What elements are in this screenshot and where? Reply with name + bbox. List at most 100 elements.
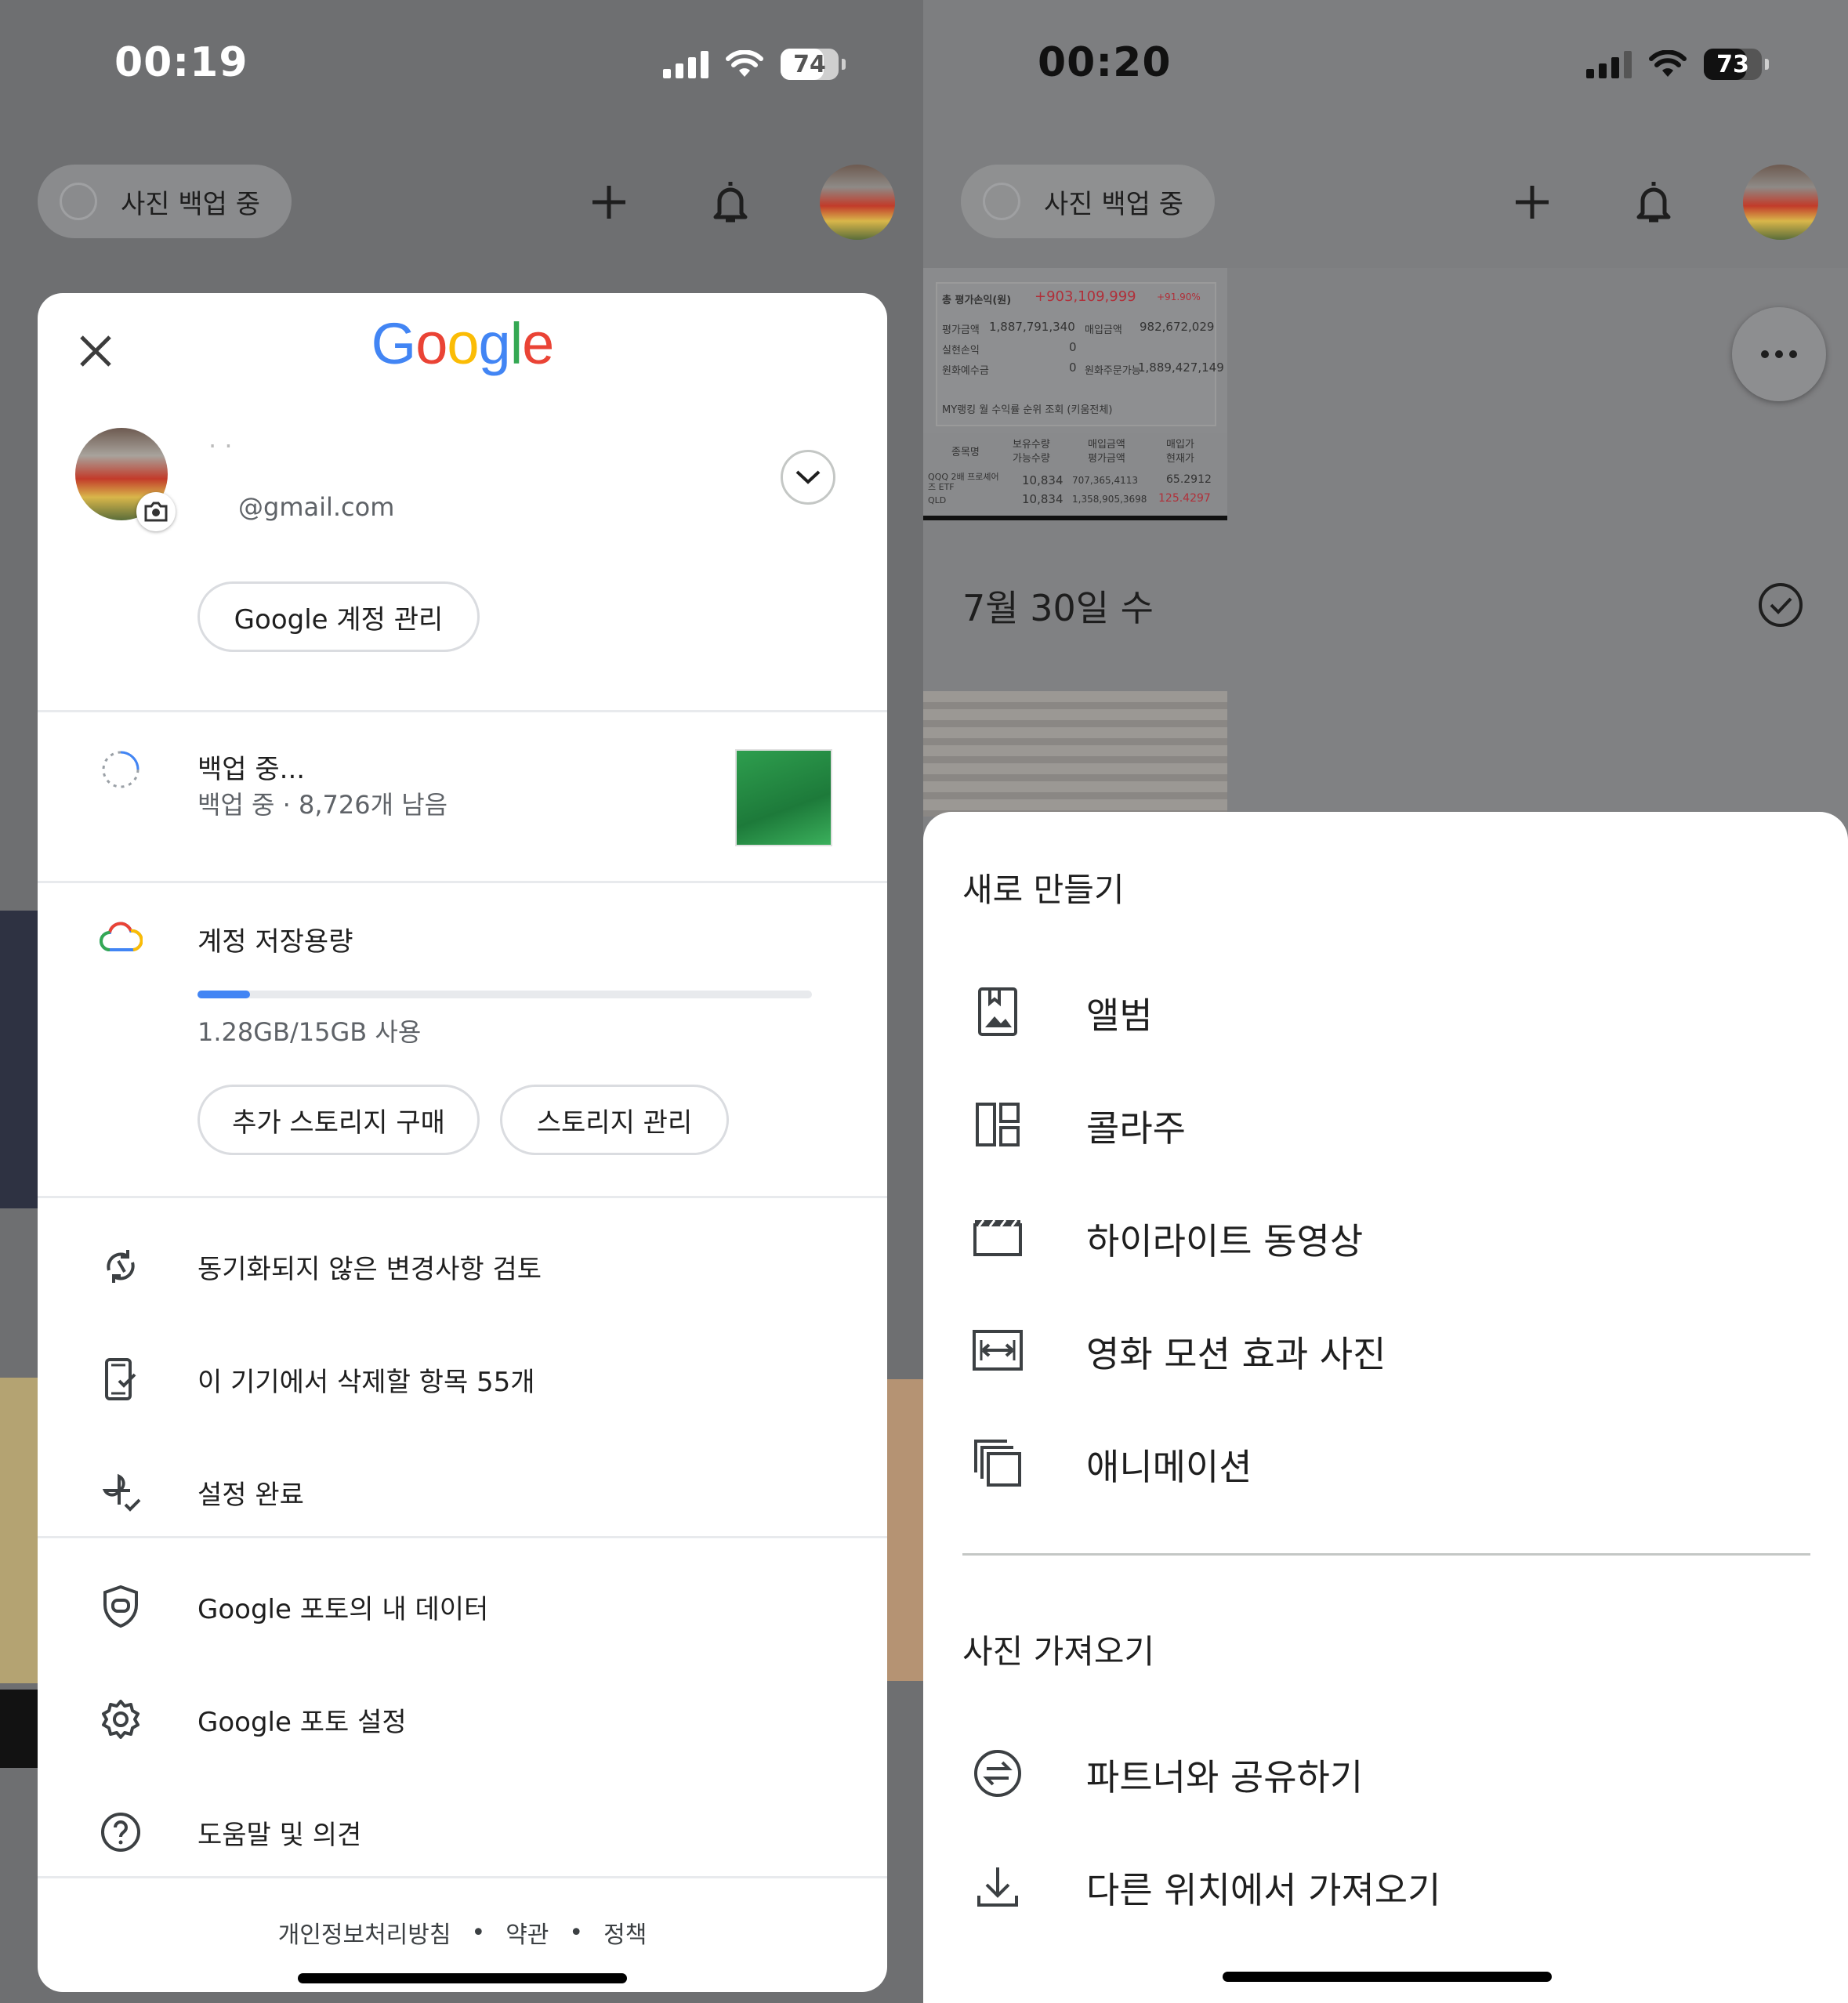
- background-photo: [0, 1690, 38, 1768]
- menu-item-free-up-space[interactable]: 이 기기에서 삭제할 항목 55개: [38, 1340, 887, 1418]
- cell: 65.2912: [1166, 473, 1212, 486]
- backup-progress-icon: [97, 746, 144, 793]
- clapper-icon: [972, 1212, 1024, 1263]
- import-icon: [972, 1860, 1024, 1912]
- manage-account-button[interactable]: Google 계정 관리: [197, 581, 480, 652]
- divider: [38, 1196, 887, 1198]
- background-photo: [0, 911, 38, 1208]
- section-create-title: 새로 만들기: [962, 871, 1125, 909]
- spinner-icon: [983, 183, 1020, 220]
- pinwheel-check-icon: [97, 1469, 144, 1516]
- backup-item-thumbnail: [735, 749, 832, 846]
- create-collage-item[interactable]: 콜라주: [923, 1077, 1848, 1171]
- photo-thumbnail-document[interactable]: [923, 691, 1227, 817]
- create-cinematic-photo-item[interactable]: 영화 모션 효과 사진: [923, 1302, 1848, 1396]
- storage-progress-fill: [197, 991, 250, 998]
- buy-storage-button[interactable]: 추가 스토리지 구매: [197, 1085, 480, 1155]
- backup-status-chip[interactable]: 사진 백업 중: [38, 165, 292, 238]
- thumbnail-border: [923, 516, 1227, 520]
- create-item-label: 파트너와 공유하기: [1086, 1756, 1364, 1798]
- account-switcher-button[interactable]: [781, 450, 835, 505]
- create-item-label: 콜라주: [1086, 1107, 1186, 1150]
- background-photo: [887, 1379, 923, 1681]
- create-animation-item[interactable]: 애니메이션: [923, 1415, 1848, 1509]
- profile-avatar[interactable]: [1743, 165, 1818, 240]
- change-photo-button[interactable]: [136, 492, 176, 531]
- notifications-button[interactable]: [1622, 171, 1685, 234]
- holdings-table: 종목명 보유수량 가능수량 매입금액 평가금액 매입가 현재가 QQQ 2배 프…: [923, 433, 1227, 511]
- cell: 매입금액: [1088, 439, 1125, 451]
- camera-icon: [144, 502, 168, 522]
- import-from-elsewhere-item[interactable]: 다른 위치에서 가져오기: [923, 1838, 1848, 1932]
- google-logo-letter: l: [509, 311, 523, 376]
- backup-status-chip[interactable]: 사진 백업 중: [961, 165, 1216, 238]
- date-header: 7월 30일 수: [962, 587, 1154, 629]
- add-button[interactable]: [1501, 171, 1564, 234]
- cell: 종목명: [951, 447, 980, 458]
- account-name: · ·: [208, 431, 233, 461]
- add-button[interactable]: [578, 171, 640, 234]
- battery-level: 74: [793, 50, 826, 78]
- cell: 125.4297: [1158, 492, 1211, 505]
- privacy-link[interactable]: 개인정보처리방침: [278, 1915, 451, 1950]
- storage-usage: 1.28GB/15GB 사용: [197, 1017, 422, 1047]
- google-logo: Google: [38, 310, 887, 377]
- left-screen: 00:19 74 사진 백업 중 Google · · @gmail.com G…: [0, 0, 923, 2003]
- signal-icon: [663, 50, 708, 78]
- cell: 0: [1069, 360, 1077, 375]
- create-album-item[interactable]: 앨범: [923, 964, 1848, 1058]
- create-item-label: 하이라이트 동영상: [1086, 1220, 1364, 1262]
- total-percent: +91.90%: [1157, 292, 1201, 302]
- cell: 매입가: [1166, 439, 1194, 451]
- wifi-icon: [1649, 50, 1687, 77]
- photo-thumbnail-screenshot[interactable]: 총 평가손익(원) +903,109,999 +91.90% 평가금액 1,88…: [923, 268, 1227, 520]
- select-day-button[interactable]: [1757, 581, 1804, 628]
- collage-icon: [972, 1099, 1024, 1150]
- create-highlight-video-item[interactable]: 하이라이트 동영상: [923, 1190, 1848, 1284]
- menu-item-my-data[interactable]: Google 포토의 내 데이터: [38, 1567, 887, 1646]
- top-bar: 사진 백업 중: [923, 165, 1848, 243]
- terms-link[interactable]: 약관: [505, 1915, 549, 1950]
- policy-link[interactable]: 정책: [603, 1915, 647, 1950]
- divider: [962, 1553, 1810, 1556]
- cell: 10,834: [1022, 473, 1064, 487]
- menu-item-label: 동기화되지 않은 변경사항 검토: [197, 1254, 542, 1285]
- status-icons: 73: [1586, 49, 1769, 80]
- notifications-button[interactable]: [699, 171, 762, 234]
- footer-separator: •: [569, 1918, 584, 1947]
- menu-item-finish-setup[interactable]: 설정 완료: [38, 1453, 887, 1531]
- create-item-label: 앨범: [1086, 994, 1153, 1037]
- cell: 보유수량: [1013, 439, 1050, 451]
- partner-share-item[interactable]: 파트너와 공유하기: [923, 1726, 1848, 1820]
- account-email: @gmail.com: [238, 492, 395, 522]
- footer-separator: •: [471, 1918, 486, 1947]
- spinner-icon: [60, 183, 97, 220]
- cell: 실현손익: [942, 345, 980, 357]
- backup-subtitle: 백업 중 · 8,726개 남음: [197, 790, 448, 820]
- device-check-icon: [97, 1356, 144, 1403]
- cell: 평가금액: [942, 324, 980, 336]
- menu-item-settings[interactable]: Google 포토 설정: [38, 1680, 887, 1759]
- google-logo-letter: o: [447, 311, 479, 376]
- more-options-button[interactable]: [1732, 307, 1826, 401]
- menu-item-label: 도움말 및 의견: [197, 1820, 362, 1851]
- partner-share-icon: [972, 1748, 1024, 1799]
- menu-item-label: Google 포토 설정: [197, 1707, 407, 1738]
- cell: 매입금액: [1085, 324, 1122, 336]
- manage-storage-button[interactable]: 스토리지 관리: [500, 1085, 729, 1155]
- cell: QLD: [928, 495, 947, 505]
- cell: 0: [1069, 340, 1077, 354]
- account-sheet: Google · · @gmail.com Google 계정 관리 백업 중.…: [38, 293, 887, 1992]
- battery-level: 73: [1716, 50, 1749, 78]
- divider: [38, 1536, 887, 1538]
- menu-item-review-unsynced[interactable]: 동기화되지 않은 변경사항 검토: [38, 1227, 887, 1306]
- google-logo-letter: G: [371, 311, 417, 376]
- cell: 원화주문가능: [1085, 365, 1141, 377]
- create-new-sheet: 새로 만들기 앨범 콜라주 하이라이트 동영상 영화 모션 효과 사진 애니메이…: [923, 812, 1848, 2003]
- menu-item-label: 이 기기에서 삭제할 항목 55개: [197, 1367, 535, 1398]
- cell: 1,889,427,149: [1138, 360, 1224, 375]
- menu-item-help[interactable]: 도움말 및 의견: [38, 1793, 887, 1871]
- top-bar: 사진 백업 중: [0, 165, 923, 243]
- google-logo-letter: g: [478, 311, 511, 376]
- profile-avatar[interactable]: [820, 165, 895, 240]
